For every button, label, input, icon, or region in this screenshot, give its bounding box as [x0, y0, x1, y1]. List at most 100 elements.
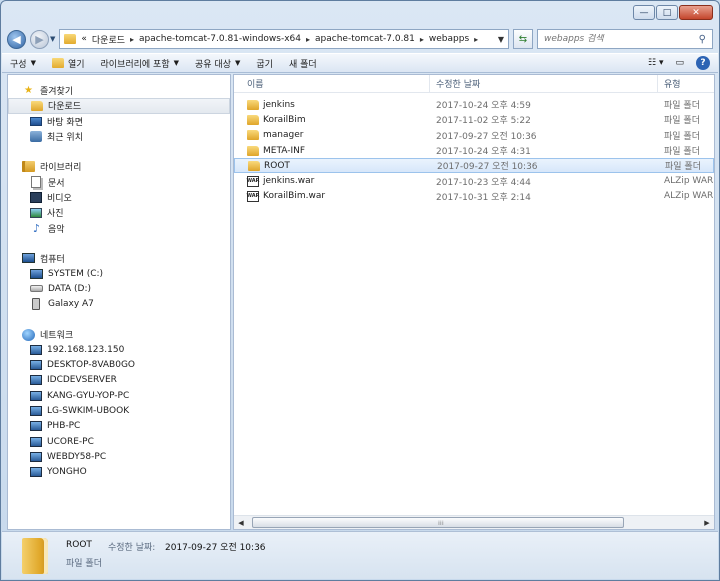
libraries-icon — [22, 161, 35, 173]
file-row[interactable]: manager 2017-09-27 오전 10:36 파일 폴더 — [234, 128, 714, 143]
network-computer-icon — [30, 344, 42, 355]
sidebar-item-system-drive[interactable]: SYSTEM (C:) — [8, 266, 230, 281]
file-date: 2017-10-24 오후 4:59 — [436, 101, 531, 112]
column-header-name[interactable]: 이름 — [234, 75, 430, 92]
address-bar[interactable]: « 다운로드 ▸ apache-tomcat-7.0.81-windows-x6… — [59, 29, 509, 49]
breadcrumb-separator-icon[interactable]: ▸ — [474, 35, 478, 44]
back-arrow-icon[interactable]: ◀ — [7, 29, 26, 49]
breadcrumb-tomcat[interactable]: apache-tomcat-7.0.81 — [315, 34, 415, 44]
file-row[interactable]: jenkins 2017-10-24 오후 4:59 파일 폴더 — [234, 97, 714, 112]
sidebar-item-label: IDCDEVSERVER — [47, 375, 117, 386]
breadcrumb-overflow[interactable]: « — [81, 34, 87, 44]
file-type: 파일 폴더 — [664, 116, 700, 127]
sidebar-item-pictures[interactable]: 사진 — [8, 205, 230, 220]
minimize-button[interactable]: — — [633, 5, 655, 20]
sidebar-item-computer[interactable]: 컴퓨터 — [8, 251, 230, 266]
sidebar-item-documents[interactable]: 문서 — [8, 174, 230, 189]
sidebar-item-network-host[interactable]: WEBDY58-PC — [8, 449, 230, 464]
column-header-type[interactable]: 유형 — [658, 75, 714, 92]
sidebar-item-videos[interactable]: 비디오 — [8, 190, 230, 205]
breadcrumb-downloads[interactable]: 다운로드 — [92, 33, 125, 46]
column-header-date[interactable]: 수정한 날짜 — [430, 75, 658, 92]
scroll-right-icon[interactable]: ▶ — [700, 516, 714, 529]
search-input[interactable] — [544, 34, 699, 44]
help-icon[interactable]: ? — [696, 56, 710, 70]
maximize-button[interactable]: □ — [656, 5, 678, 20]
network-computer-icon — [30, 451, 42, 462]
sidebar-item-music[interactable]: ♪ 음악 — [8, 220, 230, 235]
burn-button[interactable]: 굽기 — [256, 57, 273, 70]
sidebar-item-network-host[interactable]: DESKTOP-8VAB0GO — [8, 357, 230, 372]
sidebar-item-network[interactable]: 네트워크 — [8, 327, 230, 342]
sidebar-item-label: SYSTEM (C:) — [48, 268, 104, 279]
sidebar-item-network-host[interactable]: UCORE-PC — [8, 434, 230, 449]
network-computer-icon — [30, 360, 42, 371]
history-dropdown-icon[interactable]: ▼ — [50, 35, 55, 43]
address-dropdown-icon[interactable]: ▼ — [498, 35, 504, 44]
breadcrumb-webapps[interactable]: webapps — [429, 34, 469, 44]
scroll-track[interactable]: ⁞⁞⁞ — [248, 517, 700, 528]
sidebar-item-label: 문서 — [48, 178, 65, 189]
include-in-library-button[interactable]: 라이브러리에 포함 ▼ — [101, 57, 180, 70]
sidebar-item-galaxy-a7[interactable]: Galaxy A7 — [8, 297, 230, 312]
grip-icon: ⁞⁞⁞ — [438, 520, 444, 527]
war-file-icon: WAR — [247, 175, 260, 187]
forward-arrow-icon[interactable]: ▶ — [30, 29, 49, 49]
sidebar-item-label: PHB-PC — [47, 421, 81, 432]
sidebar-item-network-host[interactable]: YONGHO — [8, 465, 230, 480]
explorer-window: — □ ✕ ◀ ▶ ▼ « 다운로드 ▸ apache-tomcat-7.0.8… — [0, 0, 720, 581]
close-button[interactable]: ✕ — [679, 5, 713, 20]
organize-label: 구성 — [10, 59, 27, 70]
sidebar-item-network-host[interactable]: KANG-GYU-YOP-PC — [8, 388, 230, 403]
desktop-icon — [30, 116, 42, 126]
open-button[interactable]: 열기 — [51, 57, 85, 70]
preview-pane-icon[interactable]: ▭ — [675, 58, 684, 68]
network-computer-icon — [30, 390, 42, 401]
new-folder-button[interactable]: 새 폴더 — [289, 57, 317, 70]
sidebar-item-label: 즐겨찾기 — [40, 87, 74, 98]
search-icon[interactable]: ⚲ — [699, 34, 706, 45]
network-computer-icon — [30, 421, 42, 432]
sidebar-item-recent-places[interactable]: 최근 위치 — [8, 129, 230, 144]
horizontal-scrollbar[interactable]: ◀ ⁞⁞⁞ ▶ — [234, 515, 714, 529]
sidebar-item-label: 라이브러리 — [40, 163, 82, 174]
navigation-bar: ◀ ▶ ▼ « 다운로드 ▸ apache-tomcat-7.0.81-wind… — [7, 27, 713, 51]
sidebar-item-data-drive[interactable]: DATA (D:) — [8, 281, 230, 296]
file-row[interactable]: WAR jenkins.war 2017-10-23 오후 4:44 ALZip … — [234, 173, 714, 188]
view-options-icon[interactable]: ☷ ▾ — [648, 58, 663, 68]
network-computer-icon — [30, 436, 42, 447]
computer-group: 컴퓨터 SYSTEM (C:) DATA (D:) Galaxy A7 — [8, 251, 230, 312]
sidebar-item-network-host[interactable]: IDCDEVSERVER — [8, 373, 230, 388]
file-row[interactable]: WAR KorailBim.war 2017-10-31 오후 2:14 ALZi… — [234, 189, 714, 204]
music-icon: ♪ — [32, 221, 41, 235]
folder-icon — [247, 145, 259, 156]
file-name: ROOT — [264, 160, 290, 171]
share-with-button[interactable]: 공유 대상 ▼ — [195, 57, 240, 70]
sidebar-item-label: UCORE-PC — [47, 436, 94, 447]
sidebar-item-network-host[interactable]: LG-SWKIM-UBOOK — [8, 403, 230, 418]
sidebar-item-network-host[interactable]: 192.168.123.150 — [8, 342, 230, 357]
sidebar-item-network-host[interactable]: PHB-PC — [8, 419, 230, 434]
sidebar-item-libraries[interactable]: 라이브러리 — [8, 159, 230, 174]
file-name: jenkins.war — [263, 176, 315, 187]
refresh-button[interactable]: ⇆ — [513, 29, 533, 49]
sidebar-item-downloads[interactable]: 다운로드 — [8, 98, 230, 114]
breadcrumb-separator-icon[interactable]: ▸ — [306, 35, 310, 44]
file-row[interactable]: KorailBim 2017-11-02 오후 5:22 파일 폴더 — [234, 112, 714, 127]
sidebar-item-favorites[interactable]: ★ 즐겨찾기 — [8, 83, 230, 98]
documents-icon — [31, 176, 41, 189]
scroll-thumb[interactable]: ⁞⁞⁞ — [252, 517, 624, 528]
organize-button[interactable]: 구성 ▼ — [10, 57, 36, 70]
sidebar-item-label: 최근 위치 — [47, 133, 83, 144]
sidebar-item-label: 사진 — [47, 209, 64, 220]
scroll-left-icon[interactable]: ◀ — [234, 516, 248, 529]
breadcrumb-separator-icon[interactable]: ▸ — [130, 35, 134, 44]
breadcrumb-tomcat-x64[interactable]: apache-tomcat-7.0.81-windows-x64 — [139, 34, 301, 44]
sidebar-item-desktop[interactable]: 바탕 화면 — [8, 114, 230, 129]
breadcrumb-separator-icon[interactable]: ▸ — [420, 35, 424, 44]
file-type: ALZip WAR F — [664, 191, 714, 202]
file-row[interactable]: META-INF 2017-10-24 오후 4:31 파일 폴더 — [234, 143, 714, 158]
search-box[interactable]: ⚲ — [537, 29, 713, 49]
sidebar-item-label: 다운로드 — [48, 102, 82, 113]
file-row-selected[interactable]: ROOT 2017-09-27 오전 10:36 파일 폴더 — [234, 158, 714, 174]
